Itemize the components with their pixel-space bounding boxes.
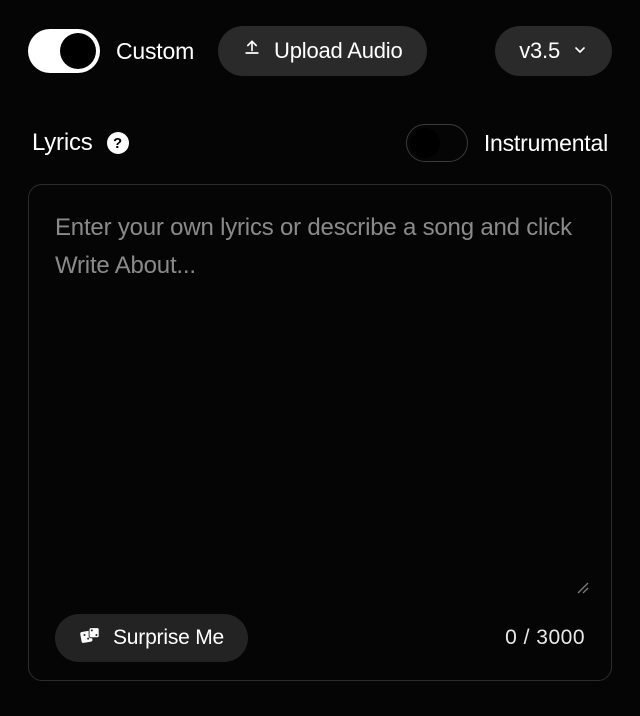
help-icon[interactable]: ? <box>107 132 129 154</box>
custom-label: Custom <box>116 38 194 65</box>
upload-icon <box>242 38 262 64</box>
custom-toggle-knob <box>60 33 96 69</box>
char-counter: 0 / 3000 <box>505 626 585 650</box>
chevron-down-icon <box>572 38 588 64</box>
surprise-me-button[interactable]: Surprise Me <box>55 614 248 662</box>
instrumental-toggle-knob <box>410 128 440 158</box>
version-select[interactable]: v3.5 <box>495 26 612 76</box>
custom-toggle[interactable] <box>28 29 100 73</box>
version-label: v3.5 <box>519 38 560 64</box>
dice-icon <box>79 624 101 652</box>
lyrics-section-label: Lyrics <box>32 129 93 157</box>
lyrics-editor-card: Surprise Me 0 / 3000 <box>28 184 612 681</box>
instrumental-toggle[interactable] <box>406 124 468 162</box>
upload-audio-label: Upload Audio <box>274 38 402 64</box>
surprise-me-label: Surprise Me <box>113 626 224 650</box>
lyrics-textarea[interactable] <box>55 209 585 599</box>
upload-audio-button[interactable]: Upload Audio <box>218 26 426 76</box>
instrumental-label: Instrumental <box>484 130 608 157</box>
